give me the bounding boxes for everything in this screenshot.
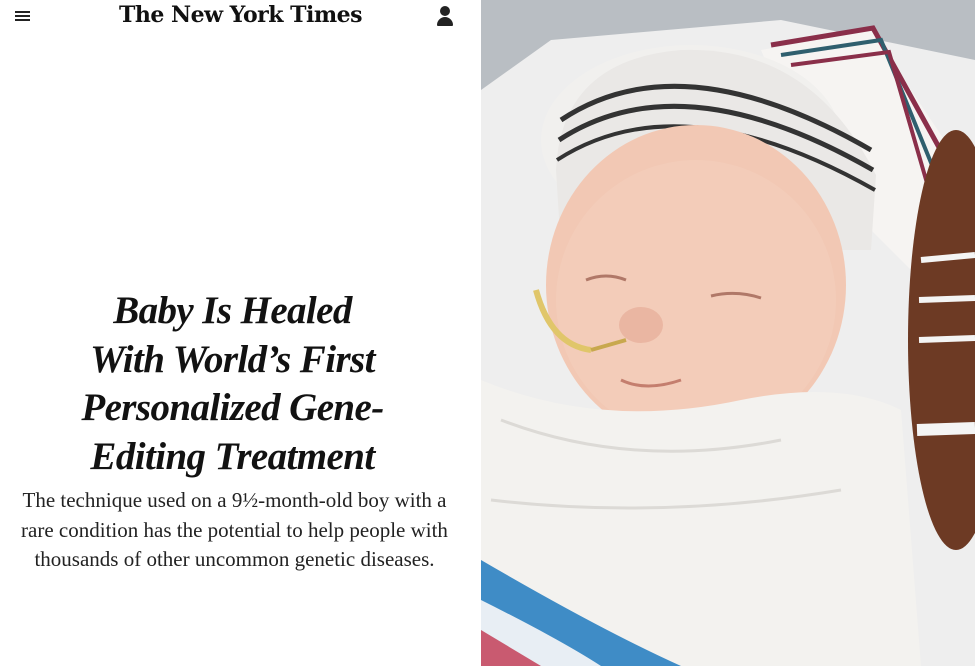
article-photo[interactable] (481, 0, 975, 666)
headline-line: Baby Is Healed (113, 289, 352, 332)
article-panel: The New York Times Baby Is Healed With W… (0, 0, 481, 666)
headline-line: Editing Treatment (90, 434, 375, 478)
headline-line: With World’s First (90, 337, 375, 381)
top-bar: The New York Times (0, 0, 481, 36)
article-headline[interactable]: Baby Is Healed With World’s First Person… (30, 287, 435, 481)
headline-line: Personalized Gene- (81, 386, 384, 429)
article-summary: The technique used on a 9½-month-old boy… (21, 488, 448, 571)
user-account-icon[interactable] (436, 6, 454, 26)
site-logo[interactable]: The New York Times (0, 2, 481, 28)
